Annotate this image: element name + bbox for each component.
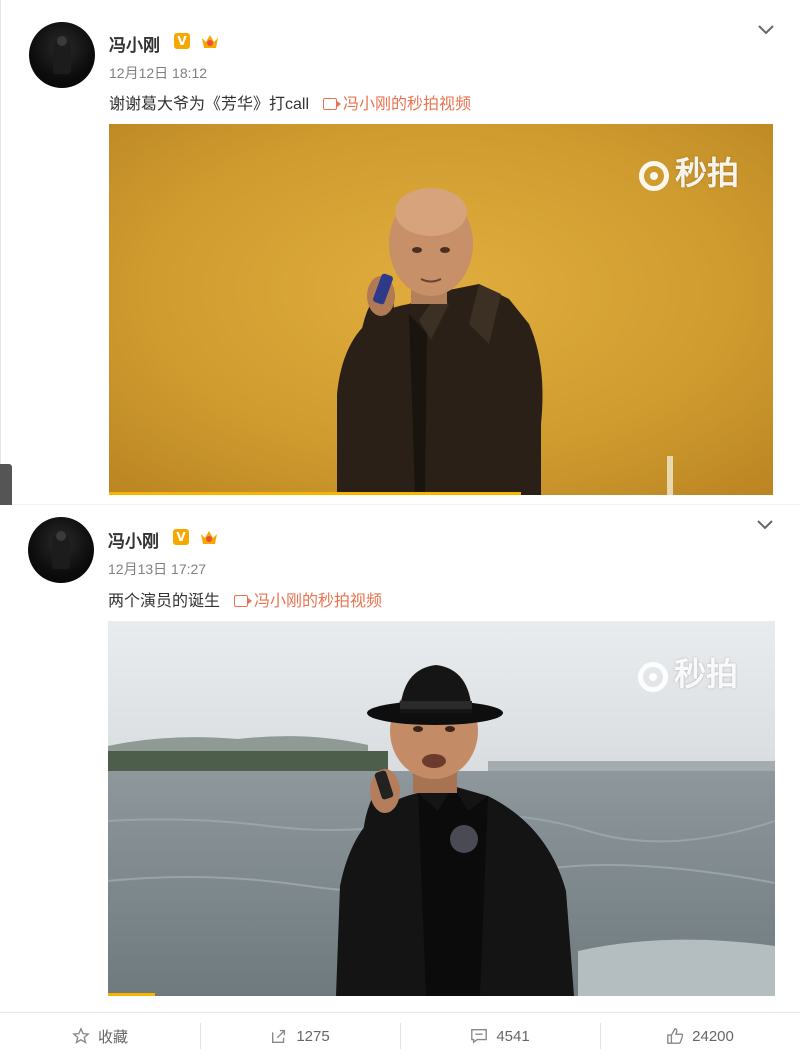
avatar[interactable] bbox=[28, 517, 94, 583]
comment-icon bbox=[471, 1029, 488, 1044]
weibo-post-2: 冯小刚 V 12月13日 17:27 两个演员的诞生 冯小刚的秒拍视频 秒拍 bbox=[0, 505, 800, 996]
post-text-content: 谢谢葛大爷为《芳华》打call bbox=[109, 96, 310, 113]
video-progress-bar[interactable] bbox=[109, 492, 521, 495]
star-icon bbox=[72, 1027, 90, 1044]
post-text-content: 两个演员的诞生 bbox=[108, 593, 221, 610]
watermark: 秒拍 bbox=[639, 148, 739, 194]
video-icon bbox=[234, 595, 253, 607]
favorite-button[interactable]: 收藏 bbox=[0, 1013, 200, 1059]
post-text: 谢谢葛大爷为《芳华》打call 冯小刚的秒拍视频 bbox=[109, 90, 471, 114]
verified-badge: V bbox=[174, 33, 190, 49]
favorite-label: 收藏 bbox=[97, 1028, 128, 1046]
thumbs-up-icon bbox=[667, 1028, 684, 1044]
vip-crown-icon bbox=[201, 531, 217, 544]
vip-crown-icon bbox=[202, 35, 218, 48]
weibo-post-1: 冯小刚 V 12月12日 18:12 谢谢葛大爷为《芳华》打call 冯小刚的秒拍… bbox=[0, 0, 800, 505]
chevron-down-icon[interactable] bbox=[757, 24, 775, 36]
author-name[interactable]: 冯小刚 bbox=[109, 31, 160, 56]
comment-count: 4541 bbox=[496, 1027, 530, 1045]
video-player-1[interactable]: 秒拍 bbox=[109, 124, 773, 495]
miaopai-logo-icon bbox=[639, 161, 669, 191]
comment-button[interactable]: 4541 bbox=[400, 1013, 600, 1059]
video-link[interactable]: 冯小刚的秒拍视频 bbox=[234, 593, 382, 610]
video-link-label: 冯小刚的秒拍视频 bbox=[343, 96, 472, 113]
post-time[interactable]: 12月13日 17:27 bbox=[108, 559, 206, 579]
video-icon bbox=[323, 98, 342, 110]
repost-button[interactable]: 1275 bbox=[200, 1013, 400, 1059]
like-count: 24200 bbox=[692, 1027, 734, 1045]
verified-badge: V bbox=[173, 529, 189, 545]
watermark: 秒拍 bbox=[638, 649, 738, 695]
scroll-edge bbox=[0, 464, 12, 510]
video-link[interactable]: 冯小刚的秒拍视频 bbox=[323, 96, 471, 113]
miaopai-logo-icon bbox=[638, 662, 668, 692]
video-progress-bar[interactable] bbox=[108, 993, 155, 996]
post-time[interactable]: 12月12日 18:12 bbox=[109, 63, 207, 83]
like-button[interactable]: 24200 bbox=[600, 1013, 800, 1059]
author-name[interactable]: 冯小刚 bbox=[108, 527, 159, 552]
video-link-label: 冯小刚的秒拍视频 bbox=[254, 593, 383, 610]
action-bar: 收藏 1275 4541 24200 bbox=[0, 1012, 800, 1059]
repost-count: 1275 bbox=[296, 1027, 330, 1045]
video-player-2[interactable]: 秒拍 bbox=[108, 621, 775, 996]
post-text: 两个演员的诞生 冯小刚的秒拍视频 bbox=[108, 587, 382, 611]
repost-icon bbox=[272, 1029, 286, 1043]
avatar[interactable] bbox=[29, 22, 95, 88]
chevron-down-icon[interactable] bbox=[756, 519, 774, 531]
